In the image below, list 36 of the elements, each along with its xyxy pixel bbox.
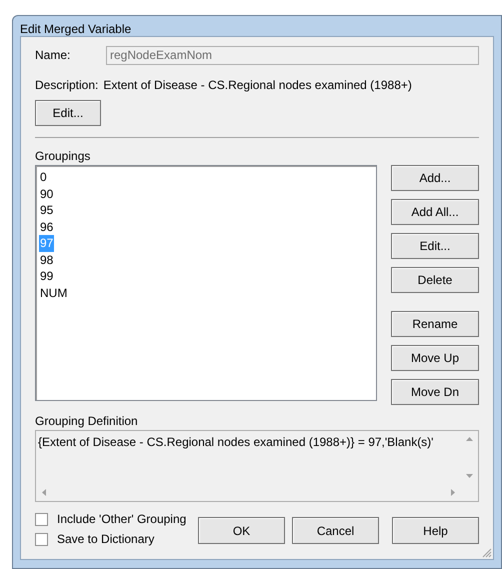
list-item[interactable]: 98 xyxy=(39,252,54,268)
checkbox[interactable] xyxy=(35,512,48,526)
list-item[interactable]: 96 xyxy=(39,218,54,235)
list-item[interactable]: 90 xyxy=(39,186,54,202)
scroll-right-icon[interactable] xyxy=(451,489,455,496)
side-button[interactable]: Edit... xyxy=(391,233,479,259)
side-button[interactable]: Rename xyxy=(391,311,479,337)
list-item[interactable]: 0 xyxy=(39,169,48,186)
edit-button[interactable]: Edit... xyxy=(35,100,101,126)
scroll-down-icon[interactable] xyxy=(466,474,473,478)
grouping-definition-label: Grouping Definition xyxy=(35,413,139,428)
list-item[interactable]: NUM xyxy=(39,284,68,301)
side-button[interactable]: Delete xyxy=(391,267,479,293)
side-button[interactable]: Move Up xyxy=(391,345,479,371)
list-item[interactable]: 95 xyxy=(39,202,54,218)
description-text: Extent of Disease - CS.Regional nodes examined (1988+) xyxy=(103,77,412,94)
dialog-button[interactable]: Help xyxy=(392,517,479,544)
checkbox-label: Include 'Other' Grouping xyxy=(57,511,186,528)
dialog-button[interactable]: Cancel xyxy=(292,517,379,544)
side-button[interactable]: Move Dn xyxy=(391,379,479,405)
groupings-label: Groupings xyxy=(35,148,92,163)
groupings-list[interactable]: 0 90 95 96 97 98 99 NUM xyxy=(35,165,377,401)
side-button[interactable]: Add All... xyxy=(391,199,479,225)
dialog-button[interactable]: OK xyxy=(198,517,285,544)
list-item[interactable]: 99 xyxy=(39,268,54,284)
definition-text-area[interactable]: {Extent of Disease - CS.Regional nodes examined (1988+)} = 97,'Blank(s)' xyxy=(35,430,479,502)
checkbox[interactable] xyxy=(35,532,48,546)
window-title: Edit Merged Variable xyxy=(20,21,132,36)
checkbox-label: Save to Dictionary xyxy=(57,531,154,548)
scroll-left-icon[interactable] xyxy=(42,489,46,496)
definition-text: {Extent of Disease - CS.Regional nodes examined (1988+)} = 97,'Blank(s)' xyxy=(37,434,434,451)
scroll-up-icon[interactable] xyxy=(466,437,473,441)
name-label: Name: xyxy=(35,47,72,64)
side-button[interactable]: Add... xyxy=(391,165,479,191)
resize-grip-icon[interactable] xyxy=(481,547,492,558)
description-label: Description: xyxy=(35,77,98,94)
